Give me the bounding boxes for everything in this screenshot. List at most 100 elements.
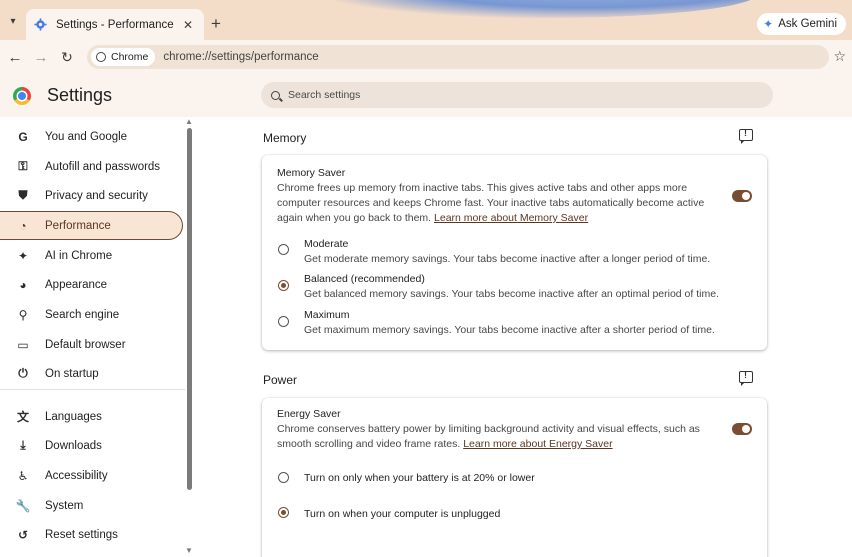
sidebar-item-system[interactable]: 🔧 System [0, 491, 183, 520]
download-icon: ⤓ [20, 438, 26, 452]
key-icon: ⚿ [18, 159, 28, 173]
feedback-icon[interactable] [739, 370, 753, 386]
search-placeholder: Search settings [288, 89, 361, 101]
sidebar-item-label: Languages [45, 410, 102, 423]
gear-icon [34, 18, 47, 31]
settings-main: Memory Memory Saver Chrome frees up memo… [196, 117, 852, 557]
learn-more-energy-saver-link[interactable]: Learn more about Energy Saver [463, 438, 612, 450]
option-sub-maximum: Get maximum memory savings. Your tabs be… [304, 324, 715, 336]
search-settings-input[interactable]: Search settings [261, 82, 773, 108]
section-title-power: Power [263, 373, 298, 387]
site-info-chip[interactable]: Chrome [91, 48, 156, 66]
sidebar-item-label: Search engine [45, 308, 120, 321]
chrome-logo-icon [13, 87, 31, 105]
sidebar-item-accessibility[interactable]: ♿ Accessibility [0, 461, 183, 490]
memory-saver-description: Chrome frees up memory from inactive tab… [277, 182, 705, 224]
speedometer-icon: ◔ [19, 218, 27, 233]
power-icon: ⏻ [18, 366, 28, 380]
sidebar-item-downloads[interactable]: ⤓ Downloads [0, 431, 183, 460]
settings-sidebar: G You and Google ⚿ Autofill and password… [0, 117, 196, 557]
sidebar-item-autofill[interactable]: ⚿ Autofill and passwords [0, 152, 183, 181]
energy-saver-title: Energy Saver [277, 408, 341, 420]
page-title: Settings [47, 85, 113, 105]
feedback-icon[interactable] [739, 128, 753, 144]
sidebar-item-reset-settings[interactable]: ↺ Reset settings [0, 520, 183, 549]
tab-strip: ▾ Settings - Performance ✕ + ✦ Ask Gemin… [0, 0, 852, 40]
sidebar-item-languages[interactable]: 文 Languages [0, 402, 183, 431]
radio-maximum[interactable] [278, 316, 289, 327]
search-icon: ⚲ [18, 307, 28, 322]
energy-saver-card: Energy Saver Chrome conserves battery po… [262, 398, 767, 557]
desktop-wallpaper [327, 0, 757, 18]
tab-search-button[interactable]: ▾ [4, 12, 22, 30]
ask-gemini-label: Ask Gemini [778, 18, 837, 30]
address-bar[interactable]: Chrome chrome://settings/performance [87, 45, 829, 69]
site-chip-label: Chrome [111, 51, 149, 63]
ask-gemini-button[interactable]: ✦ Ask Gemini [757, 13, 846, 35]
option-label-moderate: Moderate [304, 238, 349, 250]
sidebar-item-you-and-google[interactable]: G You and Google [0, 122, 183, 151]
memory-saver-title: Memory Saver [277, 167, 346, 179]
back-arrow-icon[interactable]: ← [6, 48, 24, 66]
sidebar-item-on-startup[interactable]: ⏻ On startup [0, 359, 183, 388]
option-label-maximum: Maximum [304, 309, 350, 321]
reset-icon: ↺ [17, 527, 29, 542]
browser-toolbar: ← → ↻ Chrome chrome://settings/performan… [0, 40, 852, 73]
google-icon: G [18, 129, 28, 144]
sparkle-icon: ✦ [17, 248, 29, 263]
option-label-battery-20: Turn on only when your battery is at 20%… [304, 472, 535, 484]
url-text[interactable]: chrome://settings/performance [163, 51, 318, 63]
forward-arrow-icon[interactable]: → [32, 48, 50, 66]
sidebar-item-label: Default browser [45, 338, 126, 351]
memory-saver-toggle[interactable] [732, 190, 752, 202]
energy-saver-toggle[interactable] [732, 423, 752, 435]
sidebar-item-label: On startup [45, 367, 99, 380]
option-label-balanced: Balanced (recommended) [304, 273, 425, 285]
bookmark-star-icon[interactable]: ☆ [833, 48, 846, 65]
tab-settings-performance[interactable]: Settings - Performance ✕ [26, 9, 204, 40]
scroll-up-arrow-icon[interactable]: ▲ [185, 117, 193, 126]
browser-window-icon: ▭ [17, 337, 29, 352]
sidebar-item-label: Autofill and passwords [45, 160, 161, 173]
scroll-down-arrow-icon[interactable]: ▼ [185, 546, 193, 555]
sidebar-item-search-engine[interactable]: ⚲ Search engine [0, 300, 183, 329]
sidebar-item-label: Performance [45, 219, 111, 232]
translate-icon: 文 [16, 410, 29, 424]
option-sub-balanced: Get balanced memory savings. Your tabs b… [304, 288, 719, 300]
sidebar-item-label: Accessibility [45, 469, 108, 482]
search-icon [271, 90, 280, 100]
chrome-icon [96, 52, 106, 62]
wrench-icon: 🔧 [15, 498, 31, 513]
radio-battery-20[interactable] [278, 472, 289, 483]
sidebar-item-privacy[interactable]: ⛊ Privacy and security [0, 181, 183, 210]
sidebar-item-performance[interactable]: ◔ Performance [0, 211, 183, 240]
learn-more-memory-saver-link[interactable]: Learn more about Memory Saver [434, 212, 588, 224]
sidebar-item-label: AI in Chrome [45, 249, 113, 262]
sidebar-divider [0, 389, 185, 390]
option-label-unplugged: Turn on when your computer is unplugged [304, 508, 501, 520]
memory-saver-card: Memory Saver Chrome frees up memory from… [262, 155, 767, 350]
reload-icon[interactable]: ↻ [58, 48, 76, 66]
radio-balanced[interactable] [278, 280, 289, 291]
sidebar-scrollbar-thumb[interactable] [187, 128, 192, 490]
close-tab-icon[interactable]: ✕ [180, 18, 196, 32]
gemini-sparkle-icon: ✦ [763, 17, 774, 31]
sidebar-item-label: You and Google [45, 130, 128, 143]
palette-icon: ◕ [19, 277, 27, 292]
radio-moderate[interactable] [278, 244, 289, 255]
settings-header: Settings Search settings [0, 73, 852, 117]
new-tab-button[interactable]: + [207, 14, 225, 32]
option-sub-moderate: Get moderate memory savings. Your tabs b… [304, 253, 711, 265]
shield-icon: ⛊ [18, 188, 28, 202]
section-title-memory: Memory [263, 131, 307, 145]
radio-unplugged[interactable] [278, 507, 289, 518]
sidebar-item-label: Appearance [45, 278, 108, 291]
sidebar-item-label: Downloads [45, 439, 102, 452]
sidebar-item-label: Reset settings [45, 528, 118, 541]
sidebar-item-ai[interactable]: ✦ AI in Chrome [0, 241, 183, 270]
accessibility-icon: ♿ [17, 468, 29, 483]
sidebar-item-appearance[interactable]: ◕ Appearance [0, 270, 183, 299]
sidebar-item-default-browser[interactable]: ▭ Default browser [0, 330, 183, 359]
sidebar-item-label: Privacy and security [45, 189, 148, 202]
energy-saver-description: Chrome conserves battery power by limiti… [277, 423, 700, 450]
